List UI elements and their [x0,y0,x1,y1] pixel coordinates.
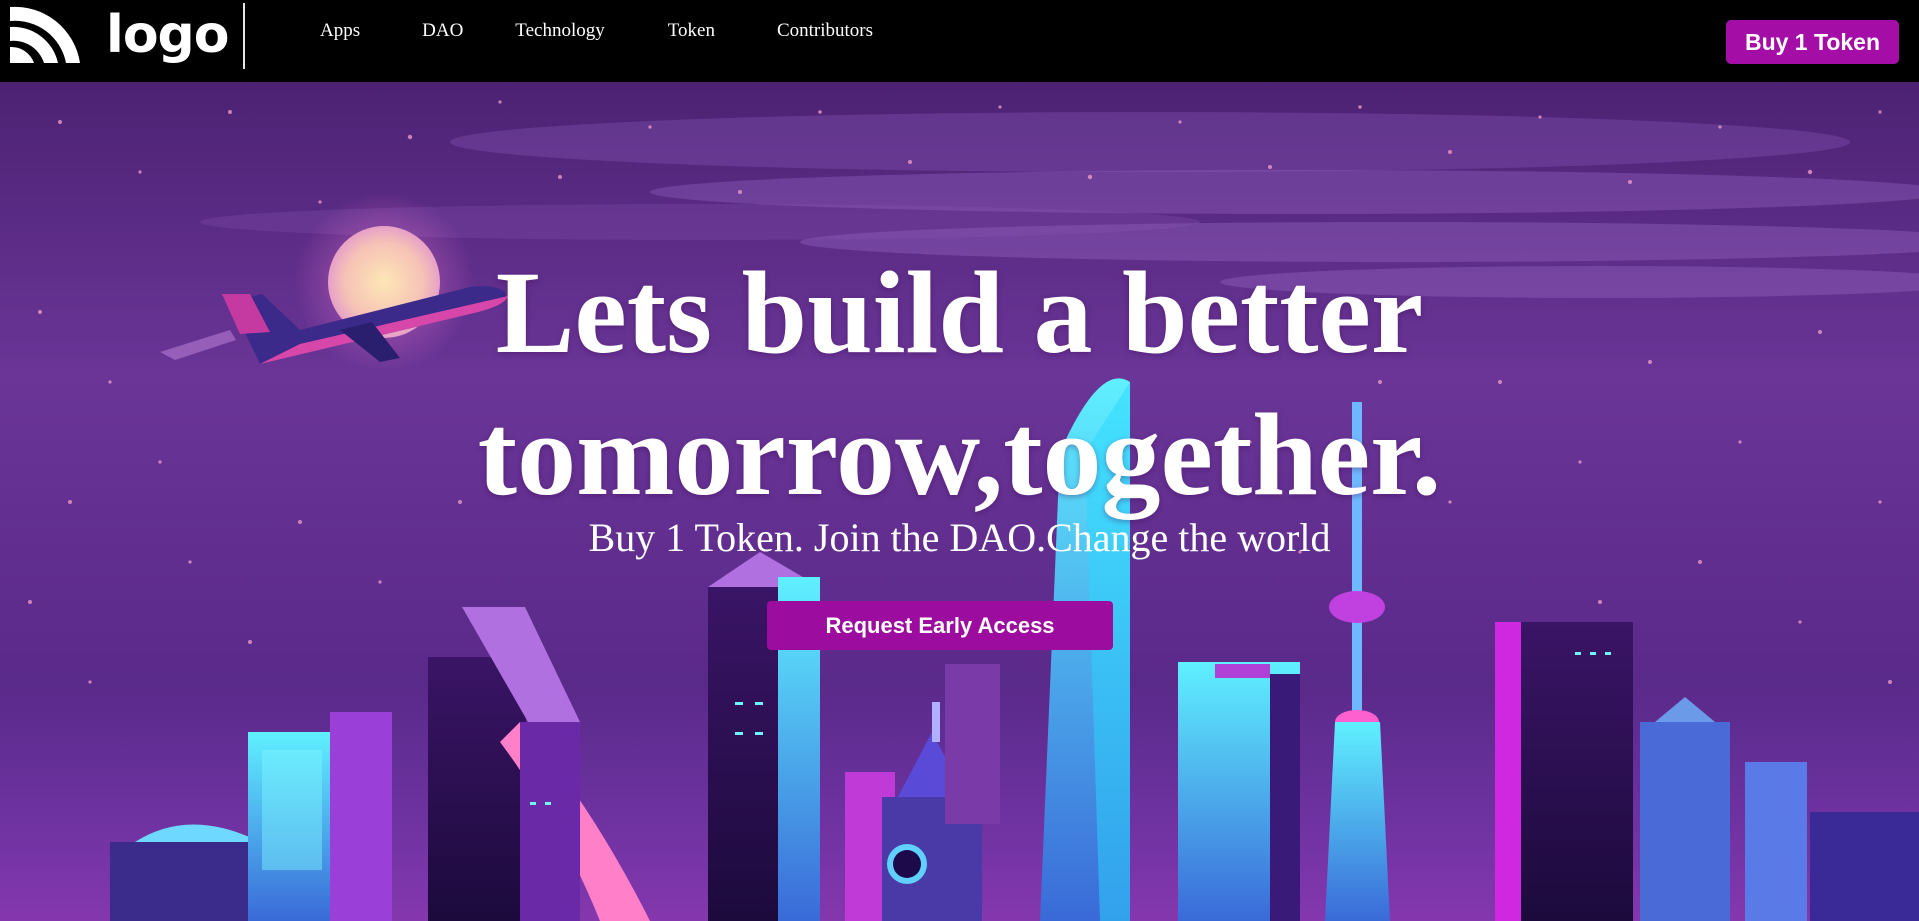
hero-headline-line1: Lets build a better [495,247,1424,378]
top-navbar: logo Apps DAO Technology Token Contribut… [0,0,1919,82]
nav-link-technology[interactable]: Technology [515,20,604,42]
nav-links: Apps DAO Technology Token Contributors [320,20,918,42]
buy-token-button[interactable]: Buy 1 Token [1726,20,1899,64]
nav-link-apps[interactable]: Apps [320,20,360,42]
hero-headline: Lets build a better tomorrow,together. [0,242,1919,526]
nav-link-token[interactable]: Token [668,20,715,42]
logo[interactable]: logo [10,2,229,68]
hero-headline-line2: tomorrow,together. [477,389,1442,520]
nav-link-dao[interactable]: DAO [422,20,463,42]
nav-divider [243,3,245,69]
hero-subheadline: Buy 1 Token. Join the DAO.Change the wor… [588,515,1331,560]
logo-text: logo [106,5,229,65]
rss-arc-icon [10,6,80,64]
nav-link-contributors[interactable]: Contributors [777,20,873,42]
hero-section: Lets build a better tomorrow,together. B… [0,82,1919,921]
request-early-access-button[interactable]: Request Early Access [767,601,1113,650]
